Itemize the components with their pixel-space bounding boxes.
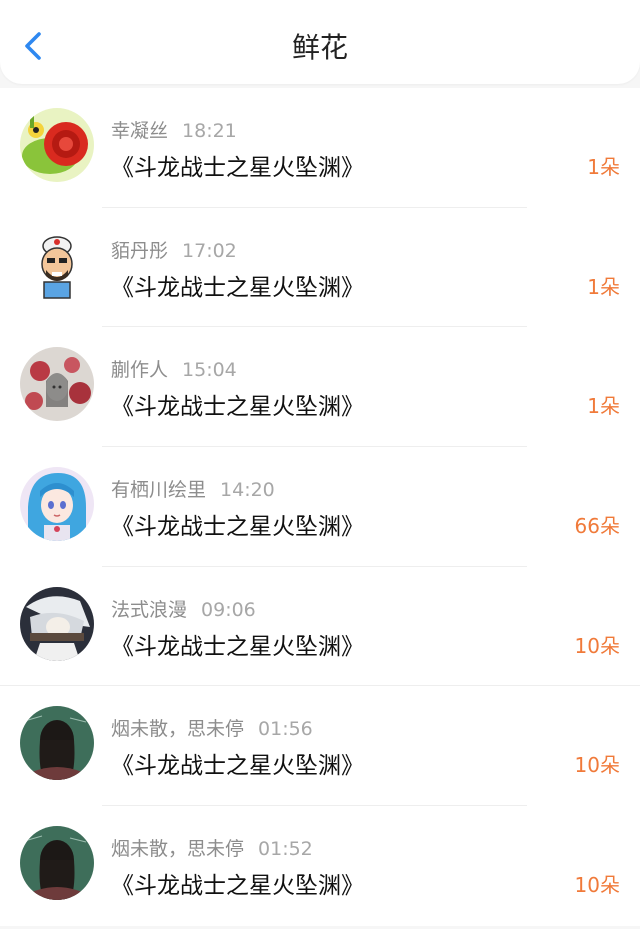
sender-name: 有栖川绘里	[111, 479, 207, 502]
sender-info: 法式浪漫 09:06	[111, 595, 256, 622]
list-item[interactable]: 烟未散，思未停 01:52 《斗龙战士之星火坠渊》 10朵	[0, 806, 640, 926]
avatar-cartoon-man-image	[20, 227, 94, 302]
avatar-anime-white-hair-image	[20, 586, 94, 661]
sender-info: 貊丹彤 17:02	[111, 236, 237, 263]
send-time: 17:02	[182, 239, 237, 262]
sender-name: 法式浪漫	[111, 598, 188, 621]
flower-count: 1朵	[587, 394, 620, 419]
sender-info: 幸凝丝 18:21	[111, 116, 237, 143]
sender-name: 蒯作人	[111, 359, 169, 382]
list-item[interactable]: 烟未散，思未停 01:56 《斗龙战士之星火坠渊》 10朵	[0, 686, 640, 807]
avatar[interactable]	[20, 227, 94, 302]
sender-info: 蒯作人 15:04	[111, 355, 237, 382]
avatar[interactable]	[20, 826, 94, 901]
list-item[interactable]: 蒯作人 15:04 《斗龙战士之星火坠渊》 1朵	[0, 327, 640, 448]
list-item[interactable]: 有栖川绘里 14:20 《斗龙战士之星火坠渊》 66朵	[0, 447, 640, 567]
sender-name: 幸凝丝	[111, 120, 169, 142]
flower-count: 66朵	[574, 514, 620, 539]
page-title: 鲜花	[291, 31, 348, 64]
flower-count: 10朵	[574, 873, 620, 898]
book-title[interactable]: 《斗龙战士之星火坠渊》	[111, 507, 364, 541]
book-title[interactable]: 《斗龙战士之星火坠渊》	[111, 746, 364, 780]
avatar-girl-back-image	[20, 826, 94, 901]
avatar-snail-image	[20, 108, 94, 182]
flower-gift-list: 幸凝丝 18:21 《斗龙战士之星火坠渊》 1朵 貊丹彤 17:02 《斗龙战士之星…	[0, 88, 640, 926]
send-time: 01:52	[258, 838, 313, 861]
avatar[interactable]	[20, 467, 94, 542]
book-title[interactable]: 《斗龙战士之星火坠渊》	[111, 268, 364, 302]
flower-count: 10朵	[574, 753, 620, 778]
list-item[interactable]: 法式浪漫 09:06 《斗龙战士之星火坠渊》 10朵	[0, 567, 640, 687]
flower-count: 1朵	[587, 274, 620, 299]
avatar[interactable]	[20, 706, 94, 781]
avatar[interactable]	[20, 108, 94, 182]
avatar[interactable]	[20, 586, 94, 661]
sender-info: 有栖川绘里 14:20	[111, 475, 275, 502]
send-time: 18:21	[182, 120, 237, 142]
book-title[interactable]: 《斗龙战士之星火坠渊》	[111, 627, 364, 661]
top-navigation-bar: 鲜花	[0, 0, 640, 84]
flower-count: 10朵	[574, 633, 620, 658]
sender-name: 烟未散，思未停	[111, 718, 245, 741]
list-item[interactable]: 貊丹彤 17:02 《斗龙战士之星火坠渊》 1朵	[0, 208, 640, 328]
avatar-flowers-image	[20, 347, 94, 422]
sender-info: 烟未散，思未停 01:56	[111, 714, 313, 741]
avatar[interactable]	[20, 347, 94, 422]
book-title[interactable]: 《斗龙战士之星火坠渊》	[111, 148, 364, 182]
book-title[interactable]: 《斗龙战士之星火坠渊》	[111, 866, 364, 900]
send-time: 01:56	[258, 718, 313, 741]
send-time: 09:06	[201, 598, 256, 621]
sender-info: 烟未散，思未停 01:52	[111, 834, 313, 861]
avatar-anime-girl-image	[20, 467, 94, 542]
book-title[interactable]: 《斗龙战士之星火坠渊》	[111, 387, 364, 421]
flower-count: 1朵	[587, 155, 620, 179]
send-time: 14:20	[220, 479, 275, 502]
sender-name: 烟未散，思未停	[111, 838, 245, 861]
list-item[interactable]: 幸凝丝 18:21 《斗龙战士之星火坠渊》 1朵	[0, 88, 640, 208]
avatar-girl-back-image	[20, 706, 94, 781]
sender-name: 貊丹彤	[111, 239, 169, 262]
send-time: 15:04	[182, 359, 237, 382]
